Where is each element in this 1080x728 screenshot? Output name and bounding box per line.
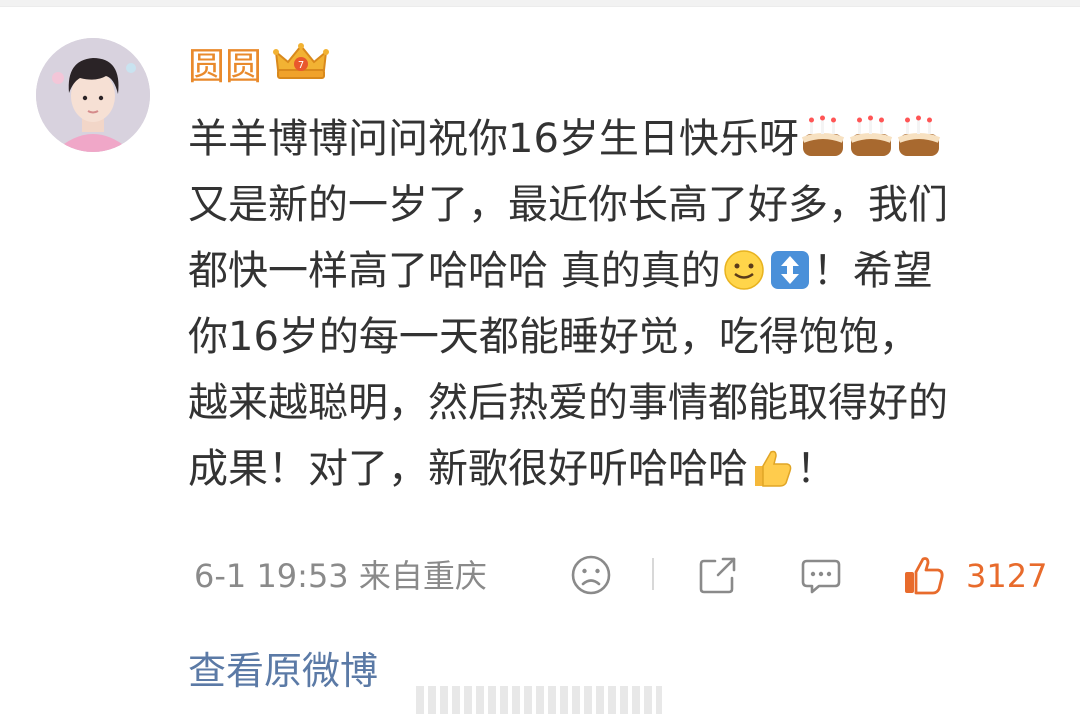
- cake-icon: [848, 114, 894, 180]
- cake-icon: [800, 114, 846, 180]
- post-meta: 6-1 19:53 来自重庆: [194, 556, 487, 596]
- crown-badge-icon[interactable]: 7: [270, 40, 332, 86]
- comment-line-6: 成果！对了，新歌很好听哈哈哈！: [188, 436, 1048, 502]
- location: 来自重庆: [358, 557, 487, 595]
- comment-line-2: 又是新的一岁了，最近你长高了好多，我们: [188, 182, 948, 228]
- share-icon[interactable]: [696, 553, 740, 597]
- view-original-weibo-link[interactable]: 查看原微博: [188, 646, 378, 696]
- comment-line-1: 羊羊博博问问祝你16岁生日快乐呀: [188, 106, 1048, 172]
- divider: [652, 558, 654, 590]
- cake-icon: [896, 114, 942, 180]
- comment-line-5: 越来越聪明，然后热爱的事情都能取得好的: [188, 380, 948, 426]
- comment-line-3: 都快一样高了哈哈哈 真的真的 ！希望: [188, 238, 1048, 304]
- like-thumb-icon[interactable]: [902, 553, 946, 597]
- watermark: [416, 686, 662, 714]
- avatar[interactable]: [36, 38, 150, 152]
- top-divider: [0, 0, 1080, 7]
- timestamp: 6-1 19:53: [194, 557, 349, 595]
- svg-text:7: 7: [298, 60, 304, 71]
- comment-icon[interactable]: [799, 553, 843, 597]
- up-down-arrow-icon: [768, 246, 812, 312]
- comment-text: 羊羊博博问问祝你16岁生日快乐呀 又是新的一岁了，最近你长高了好多，我们 都快一…: [188, 106, 1048, 502]
- username[interactable]: 圆圆: [188, 43, 262, 91]
- smile-icon: [722, 246, 766, 312]
- like-count: 3127: [966, 557, 1048, 595]
- thumbs-up-emoji-icon: [749, 444, 795, 510]
- dislike-face-icon[interactable]: [569, 553, 613, 597]
- comment-line-4: 你16岁的每一天都能睡好觉，吃得饱饱，: [188, 314, 919, 360]
